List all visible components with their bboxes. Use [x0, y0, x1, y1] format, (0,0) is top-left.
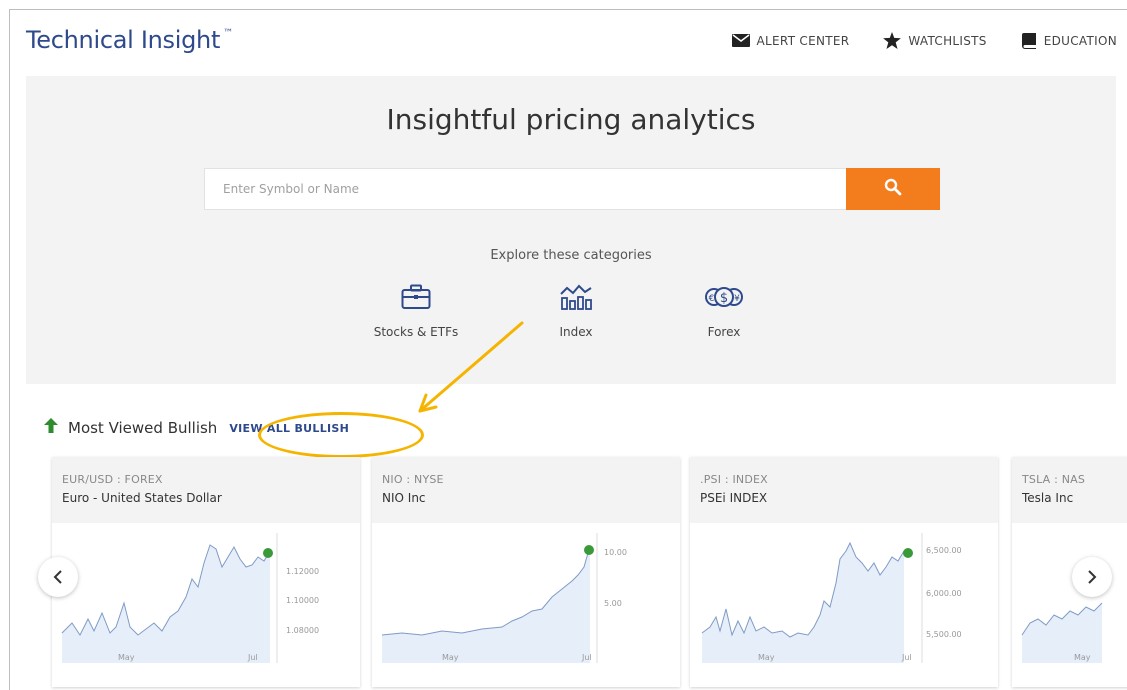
chart-index-icon	[560, 284, 592, 314]
card-name: Euro - United States Dollar	[62, 491, 222, 505]
search-bar	[204, 168, 940, 210]
star-icon	[883, 32, 902, 49]
sparkline-chart: 6,500.00 6,000.00 5,500.00 May Jul	[701, 533, 962, 663]
x-tick: May	[1074, 653, 1091, 662]
y-tick: 5.00	[604, 599, 622, 608]
envelope-icon	[731, 34, 750, 47]
nav-education[interactable]: EDUCATION	[1021, 32, 1117, 49]
card-symbol: EUR/USD : FOREX	[62, 473, 163, 486]
carousel-prev-button[interactable]	[38, 557, 78, 597]
svg-text:¥: ¥	[734, 294, 740, 304]
app-logo[interactable]: Technical Insight ™	[26, 26, 233, 54]
card-symbol: TSLA : NAS	[1022, 473, 1086, 486]
nav-label: WATCHLISTS	[908, 33, 987, 48]
nav-watchlists[interactable]: WATCHLISTS	[883, 32, 986, 49]
card-header: TSLA : NAS Tesla Inc	[1012, 457, 1127, 523]
nav-label: EDUCATION	[1043, 33, 1117, 48]
x-tick: Jul	[581, 653, 592, 662]
y-tick: 5,500.00	[926, 630, 962, 639]
sparkline-chart: 10.00 5.00 May Jul	[381, 533, 627, 663]
y-tick: 6,000.00	[926, 589, 962, 598]
annotation-highlight-ellipse	[258, 412, 424, 458]
card-header: EUR/USD : FOREX Euro - United States Dol…	[52, 457, 360, 523]
chart-last-point	[584, 545, 594, 555]
y-tick: 1.08000	[286, 626, 319, 635]
chart-last-point	[263, 548, 273, 558]
x-tick: May	[442, 653, 459, 662]
search-input[interactable]	[205, 169, 825, 209]
nav-alert-center[interactable]: ALERT CENTER	[731, 32, 850, 49]
explore-label: Explore these categories	[490, 248, 652, 263]
briefcase-icon	[401, 284, 431, 314]
category-label: Forex	[707, 325, 741, 339]
card-name: Tesla Inc	[1022, 491, 1074, 505]
card-name: NIO Inc	[382, 491, 426, 505]
category-label: Index	[559, 325, 593, 339]
sparkline-chart: May	[1021, 602, 1103, 663]
sparkline-chart: 1.12000 1.10000 1.08000 May Jul	[61, 533, 319, 663]
y-tick: 6,500.00	[926, 546, 962, 555]
svg-text:$: $	[720, 291, 728, 306]
card-header: NIO : NYSE NIO Inc	[372, 457, 680, 523]
stock-card[interactable]: .PSI : INDEX PSEi INDEX 6,500.00 6,000.0…	[690, 457, 998, 687]
y-tick: 10.00	[604, 548, 627, 557]
book-icon	[1021, 32, 1037, 49]
section-title: Most Viewed Bullish	[68, 419, 218, 437]
chart-area	[382, 547, 590, 663]
currency-icon: $ € ¥	[705, 287, 743, 314]
chevron-left-icon	[52, 565, 64, 589]
category-index[interactable]: Index	[516, 284, 636, 339]
hero-panel: Insightful pricing analytics Explore the…	[26, 76, 1116, 384]
x-tick: May	[118, 653, 135, 662]
category-forex[interactable]: $ € ¥ Forex	[664, 284, 784, 339]
card-symbol: .PSI : INDEX	[700, 473, 768, 486]
x-tick: Jul	[247, 653, 258, 662]
y-tick: 1.12000	[286, 567, 319, 576]
svg-text:€: €	[709, 294, 715, 304]
card-symbol: NIO : NYSE	[382, 473, 444, 486]
chart-last-point	[903, 548, 913, 558]
search-button[interactable]	[846, 168, 940, 210]
search-icon	[884, 178, 902, 201]
chart-area	[702, 543, 904, 663]
hero-title: Insightful pricing analytics	[386, 103, 756, 136]
stock-card[interactable]: NIO : NYSE NIO Inc 10.00 5.00 May Jul	[372, 457, 680, 687]
card-header: .PSI : INDEX PSEi INDEX	[690, 457, 998, 523]
nav-label: ALERT CENTER	[756, 33, 850, 48]
x-tick: Jul	[901, 653, 912, 662]
arrow-up-icon	[44, 418, 58, 438]
carousel-next-button[interactable]	[1072, 557, 1112, 597]
top-nav: ALERT CENTER WATCHLISTS EDUCATION	[731, 32, 1117, 49]
stock-card[interactable]: EUR/USD : FOREX Euro - United States Dol…	[52, 457, 360, 687]
y-tick: 1.10000	[286, 596, 319, 605]
chevron-right-icon	[1086, 565, 1098, 589]
annotation-arrow	[418, 321, 524, 413]
card-name: PSEi INDEX	[700, 491, 768, 505]
x-tick: May	[758, 653, 775, 662]
chart-area	[62, 545, 270, 663]
